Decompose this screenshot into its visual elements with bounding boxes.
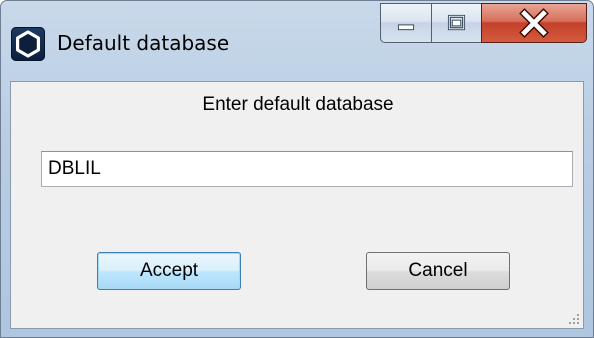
- cancel-button[interactable]: Cancel: [366, 252, 510, 290]
- minimize-button[interactable]: [380, 3, 432, 43]
- resize-grip-icon[interactable]: [567, 312, 581, 326]
- maximize-button[interactable]: [431, 3, 482, 43]
- accept-button[interactable]: Accept: [97, 252, 241, 290]
- close-button[interactable]: [481, 3, 587, 43]
- minimize-icon: [397, 24, 415, 31]
- title-bar[interactable]: Default database: [1, 1, 593, 81]
- database-input[interactable]: [41, 151, 573, 187]
- app-hexagon-icon[interactable]: [11, 27, 45, 61]
- prompt-label: Enter default database: [202, 94, 394, 115]
- close-icon: [519, 8, 549, 38]
- window-title: Default database: [57, 31, 230, 55]
- maximize-icon: [447, 14, 466, 31]
- dialog-window: Default database Enter default database …: [0, 0, 594, 338]
- dialog-body: Enter default database Accept Cancel: [10, 81, 584, 329]
- caption-buttons: [380, 3, 588, 45]
